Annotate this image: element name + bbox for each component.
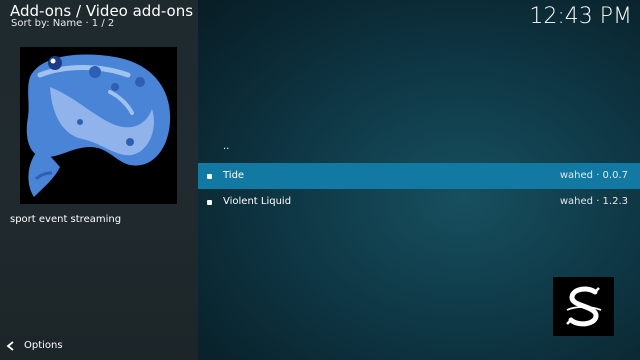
- sort-info: Sort by: Name · 1 / 2: [11, 18, 115, 29]
- clock: 12:43 PM: [529, 4, 632, 29]
- parent-folder-item[interactable]: ..: [198, 137, 640, 163]
- options-arrow-icon: [6, 340, 14, 351]
- list-item-label: Violent Liquid: [223, 196, 292, 207]
- bullet-icon: [207, 174, 212, 179]
- fish-icon: [26, 54, 171, 197]
- list-item-label: Tide: [223, 170, 245, 181]
- list-item-violent-liquid[interactable]: Violent Liquid wahed · 1.2.3: [198, 189, 640, 215]
- list-item-meta: wahed · 1.2.3: [559, 196, 628, 207]
- s-logo-icon: [565, 286, 601, 326]
- list-item-tide[interactable]: Tide wahed · 0.0.7: [198, 163, 640, 189]
- addon-logo: [553, 277, 614, 336]
- list-item-meta: wahed · 0.0.7: [559, 170, 628, 181]
- options-button[interactable]: Options: [6, 340, 63, 351]
- addon-description: sport event streaming: [10, 214, 122, 225]
- parent-folder-label: ..: [223, 141, 230, 152]
- addon-thumbnail: [20, 47, 177, 204]
- addon-list: .. Tide wahed · 0.0.7 Violent Liquid wah…: [198, 137, 640, 215]
- options-label: Options: [24, 340, 63, 351]
- bullet-icon: [207, 200, 212, 205]
